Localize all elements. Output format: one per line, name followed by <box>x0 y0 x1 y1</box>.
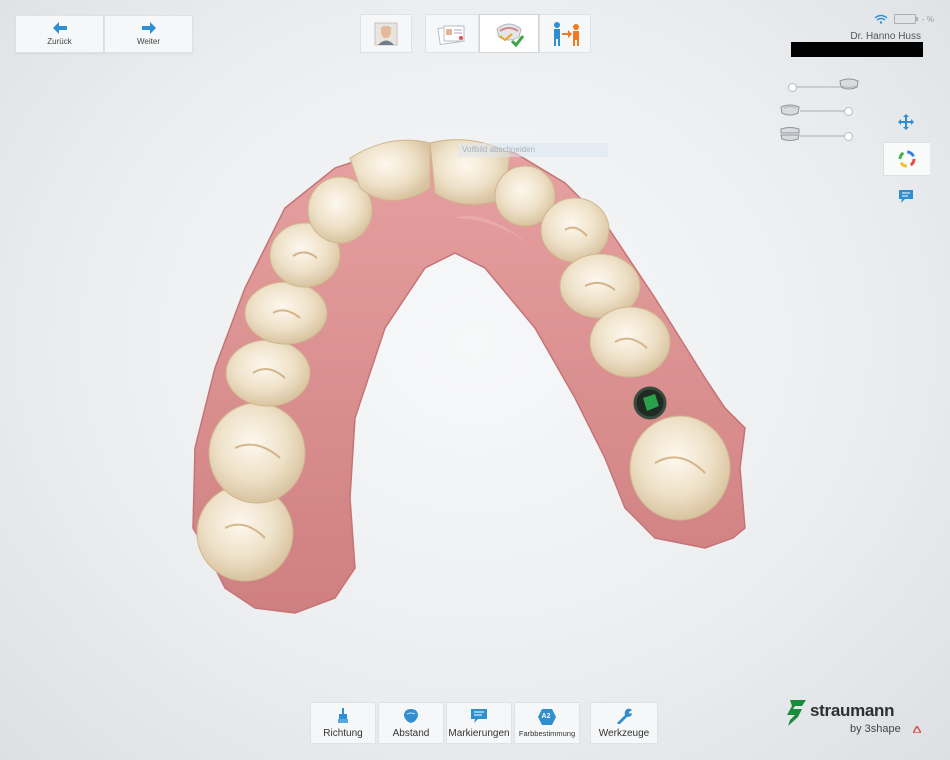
lower-jaw-icon <box>780 104 800 116</box>
slider-knob[interactable] <box>844 107 853 116</box>
wrench-icon <box>617 708 632 724</box>
bite-slider[interactable] <box>800 132 853 141</box>
slider-knob[interactable] <box>844 132 853 141</box>
step-scan[interactable] <box>479 14 539 53</box>
abstand-button[interactable]: Abstand <box>378 702 444 744</box>
move-tool-button[interactable] <box>883 106 929 138</box>
send-lab-icon <box>554 21 579 46</box>
straumann-logo: straumann by 3shape <box>786 698 926 738</box>
farbbestimmung-button[interactable]: Farbbestimmung <box>514 702 580 744</box>
brush-icon <box>338 707 348 723</box>
werkzeuge-label: Werkzeuge <box>598 727 650 739</box>
next-button[interactable]: Weiter <box>104 15 193 53</box>
dental-scan-view[interactable] <box>185 128 755 623</box>
step-patient[interactable] <box>360 14 412 53</box>
order-form-icon <box>437 24 465 45</box>
arrow-left-icon <box>52 22 67 34</box>
bite-icon <box>780 127 800 141</box>
richtung-button[interactable]: Richtung <box>310 702 376 744</box>
logo-sub: by 3shape <box>850 723 901 735</box>
richtung-label: Richtung <box>323 727 363 739</box>
shade-badge: A2 <box>541 713 551 720</box>
3shape-triangle-icon <box>913 726 921 733</box>
battery-label: - % <box>922 14 934 24</box>
comment-icon <box>899 189 913 203</box>
back-button[interactable]: Zurück <box>15 15 104 53</box>
move-arrows-icon <box>898 114 914 130</box>
next-label: Weiter <box>137 37 160 46</box>
redacted-bar <box>791 42 923 57</box>
patient-photo-icon <box>374 22 398 45</box>
wifi-icon <box>874 14 888 24</box>
logo-brand: straumann <box>810 701 895 720</box>
color-wheel-icon <box>898 150 916 168</box>
upper-jaw-icon <box>839 78 859 90</box>
lower-jaw-slider[interactable] <box>800 107 853 116</box>
farbbestimmung-label: Farbbestimmung <box>518 728 576 738</box>
arrow-right-icon <box>141 22 156 34</box>
comment-tool-button[interactable] <box>883 180 929 212</box>
bottom-toolbar: Richtung Abstand Markierungen Farbbestim… <box>310 702 658 744</box>
tooth-icon <box>404 708 418 723</box>
scan-caption: Vollbild abschneiden <box>458 143 608 157</box>
abstand-label: Abstand <box>392 727 430 739</box>
werkzeuge-button[interactable]: Werkzeuge <box>590 702 658 744</box>
step-send-lab[interactable] <box>539 14 591 53</box>
scan-check-icon <box>496 23 525 47</box>
back-label: Zurück <box>47 37 72 46</box>
user-name: Dr. Hanno Huss <box>850 31 921 42</box>
annotation-icon <box>471 708 487 723</box>
markierungen-button[interactable]: Markierungen <box>446 702 512 744</box>
slider-knob[interactable] <box>788 83 797 92</box>
upper-jaw-slider[interactable] <box>788 83 840 92</box>
markierungen-label: Markierungen <box>448 727 510 739</box>
color-tool-button[interactable] <box>883 142 930 176</box>
step-order-form[interactable] <box>425 14 479 53</box>
status-area: - % <box>874 14 934 24</box>
battery-icon <box>894 14 918 24</box>
straumann-s-icon <box>787 700 806 726</box>
